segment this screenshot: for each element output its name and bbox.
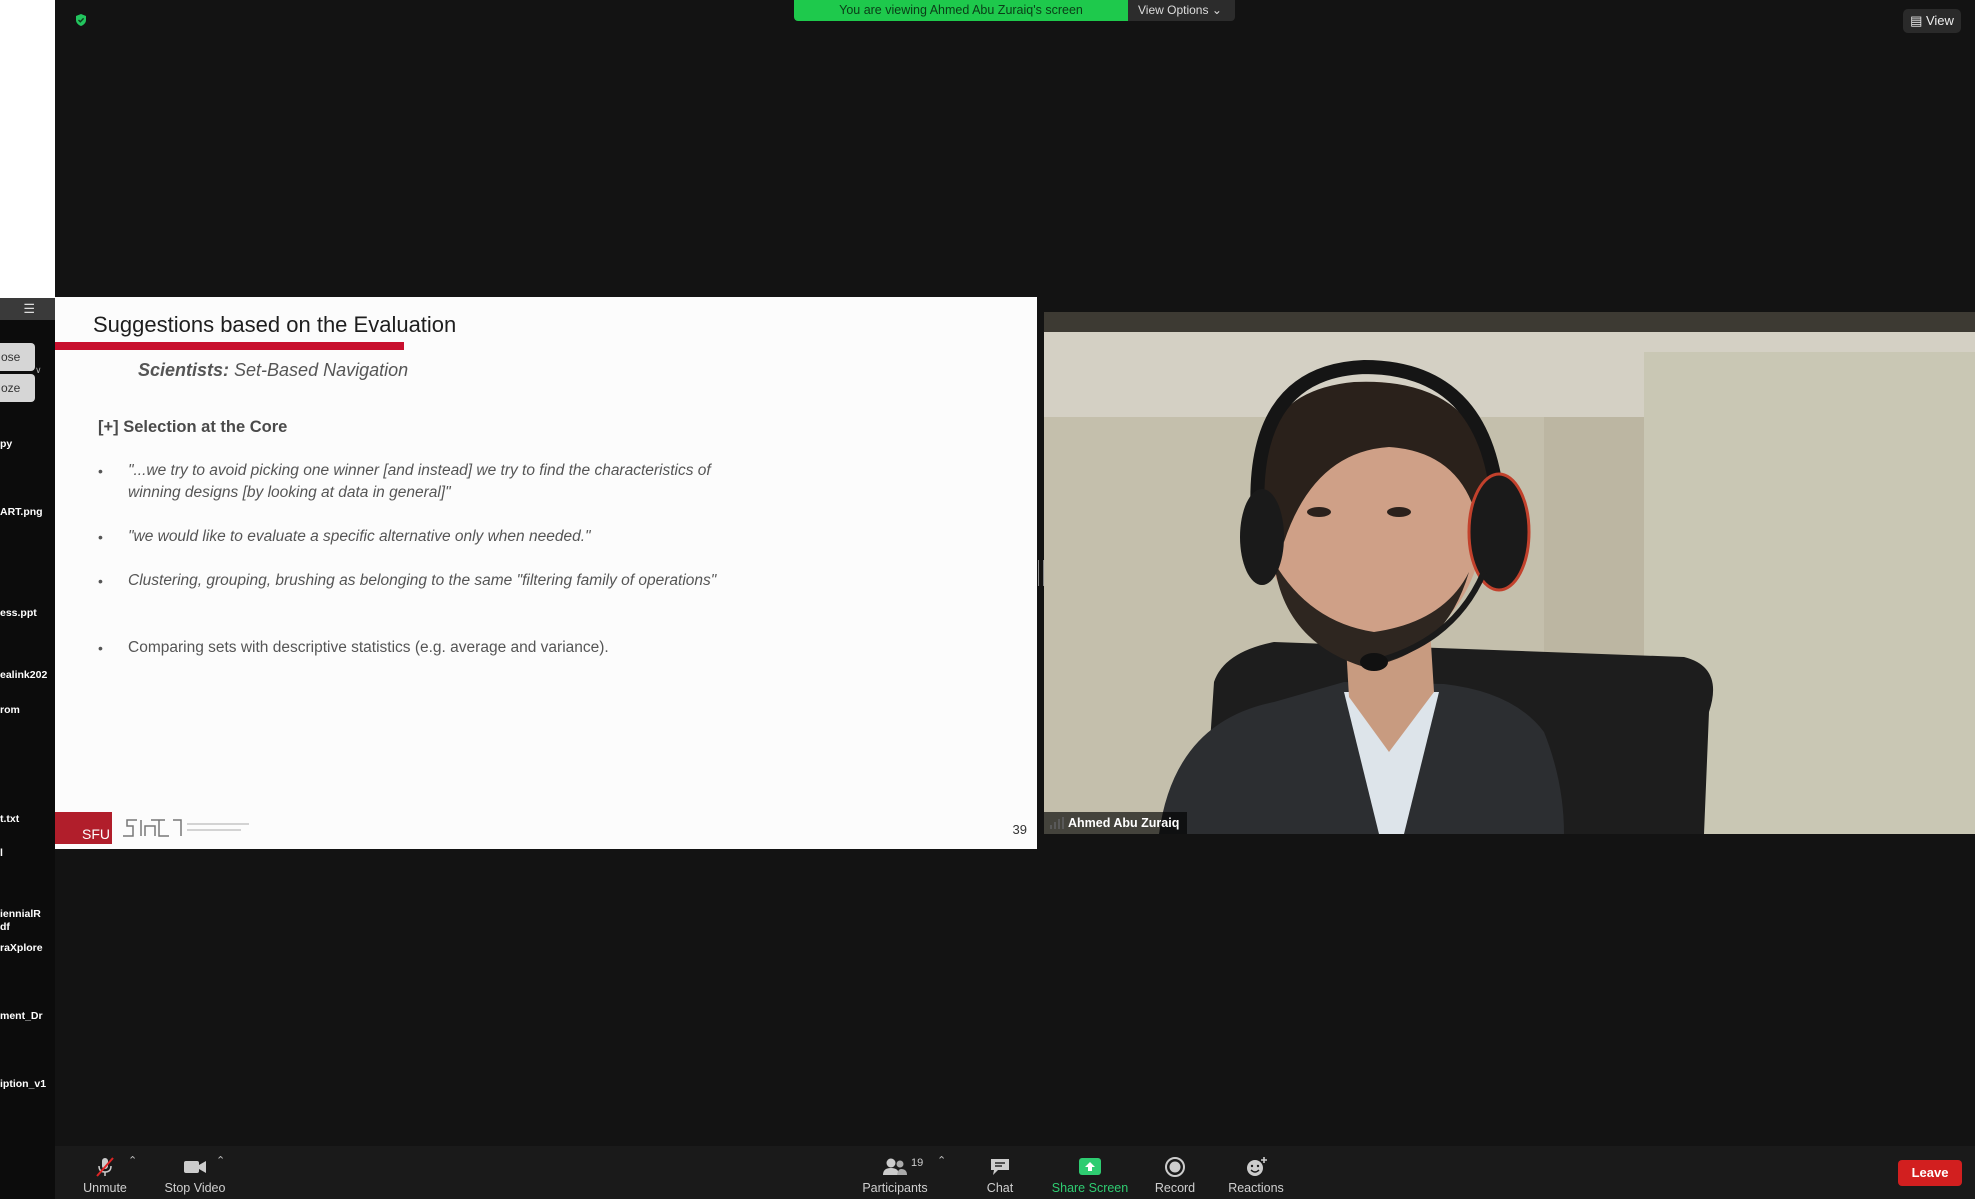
list-icon[interactable]: ☰: [23, 301, 35, 317]
reactions-label: Reactions: [1228, 1181, 1284, 1195]
bullet-dot: •: [98, 573, 103, 589]
participants-label: Participants: [862, 1181, 928, 1195]
subtitle-rest: Set-Based Navigation: [229, 360, 409, 380]
record-icon: [1165, 1157, 1185, 1177]
participants-icon: [883, 1158, 907, 1175]
participants-count: 19: [911, 1157, 924, 1169]
participant-name-tag: Ahmed Abu Zuraiq: [1044, 812, 1188, 834]
view-button[interactable]: ▤ View: [1903, 9, 1961, 33]
desktop-window-area: [0, 0, 55, 298]
page-number: 39: [1012, 822, 1027, 837]
reactions-button[interactable]: Reactions: [1218, 1146, 1294, 1199]
video-frame: [1044, 312, 1975, 834]
participant-video: Ahmed Abu Zuraiq: [1044, 312, 1975, 834]
bullet-text: "we would like to evaluate a specific al…: [128, 528, 591, 545]
popup-item-2[interactable]: oze: [0, 374, 35, 402]
desktop-menu-bar: ☰: [0, 298, 55, 320]
desktop-file[interactable]: ment_Dr: [0, 1010, 43, 1023]
leave-button[interactable]: Leave: [1898, 1160, 1962, 1186]
sfu-logo: SFU: [55, 812, 112, 844]
view-icon: ▤: [1910, 13, 1923, 28]
chat-button[interactable]: Chat: [970, 1146, 1030, 1199]
popup-item-1[interactable]: ose: [0, 343, 35, 371]
bullet-dot: •: [98, 640, 103, 656]
desktop-file[interactable]: py: [0, 438, 12, 451]
chevron-down-icon: ∨: [35, 365, 42, 375]
view-label: View: [1925, 13, 1954, 28]
screen-share-banner: You are viewing Ahmed Abu Zuraiq's scree…: [794, 0, 1128, 21]
sfu-logo-text: SFU: [82, 826, 110, 842]
share-screen-icon: [1079, 1158, 1101, 1175]
microphone-muted-icon: [96, 1157, 114, 1177]
desktop-file[interactable]: l: [0, 847, 3, 860]
desktop-file[interactable]: ART.png: [0, 506, 43, 519]
desktop-file[interactable]: raXplore: [0, 942, 43, 955]
desktop-file[interactable]: iennialR df: [0, 908, 41, 934]
desktop-file[interactable]: ess.ppt: [0, 607, 37, 620]
siat-logo: [123, 819, 249, 837]
subtitle-bold: Scientists:: [138, 360, 230, 380]
desktop-file[interactable]: iption_v1: [0, 1078, 46, 1091]
participants-button[interactable]: Participants: [855, 1146, 935, 1199]
view-options-button[interactable]: View Options ⌄: [1128, 0, 1235, 21]
bullet-item: • "...we try to avoid picking one winner…: [98, 460, 718, 504]
desktop-file[interactable]: ealink202: [0, 669, 47, 682]
slide-subtitle: Scientists: Set-Based Navigation: [138, 360, 408, 381]
desktop-file[interactable]: t.txt: [0, 813, 19, 826]
bullet-dot: •: [98, 463, 103, 479]
record-label: Record: [1154, 1181, 1196, 1195]
video-camera-icon: [184, 1161, 206, 1173]
bullet-text: "...we try to avoid picking one winner […: [128, 462, 711, 501]
bullet-text: Clustering, grouping, brushing as belong…: [128, 572, 717, 589]
slide-title: Suggestions based on the Evaluation: [93, 312, 457, 337]
title-underline: [55, 342, 404, 350]
chat-label: Chat: [986, 1181, 1014, 1195]
desktop-file[interactable]: rom: [0, 704, 20, 717]
bullet-item: • Comparing sets with descriptive statis…: [98, 637, 718, 659]
smiley-plus-icon: [1247, 1157, 1267, 1176]
stop-video-label: Stop Video: [164, 1181, 226, 1195]
shield-icon[interactable]: [74, 13, 88, 27]
bullet-item: • Clustering, grouping, brushing as belo…: [98, 570, 718, 592]
bullet-dot: •: [98, 529, 103, 545]
unmute-label: Unmute: [83, 1181, 127, 1195]
video-options-chevron-icon[interactable]: ⌃: [216, 1154, 225, 1167]
share-screen-button[interactable]: Share Screen: [1040, 1146, 1140, 1199]
slide-heading: [+] Selection at the Core: [98, 418, 288, 436]
chat-icon: [991, 1159, 1009, 1175]
bullet-text: Comparing sets with descriptive statisti…: [128, 639, 609, 656]
participants-options-chevron-icon[interactable]: ⌃: [937, 1154, 946, 1167]
desktop-strip: ☰ ose oze ∨ py ART.png ess.ppt ealink202…: [0, 0, 55, 1199]
bullet-item: • "we would like to evaluate a specific …: [98, 526, 718, 548]
audio-options-chevron-icon[interactable]: ⌃: [128, 1154, 137, 1167]
shared-slide: Suggestions based on the Evaluation Scie…: [55, 297, 1037, 849]
share-screen-label: Share Screen: [1051, 1181, 1129, 1195]
record-button[interactable]: Record: [1140, 1146, 1210, 1199]
meeting-toolbar: Unmute ⌃ Stop Video ⌃ Participants 19 ⌃ …: [55, 1146, 1975, 1199]
